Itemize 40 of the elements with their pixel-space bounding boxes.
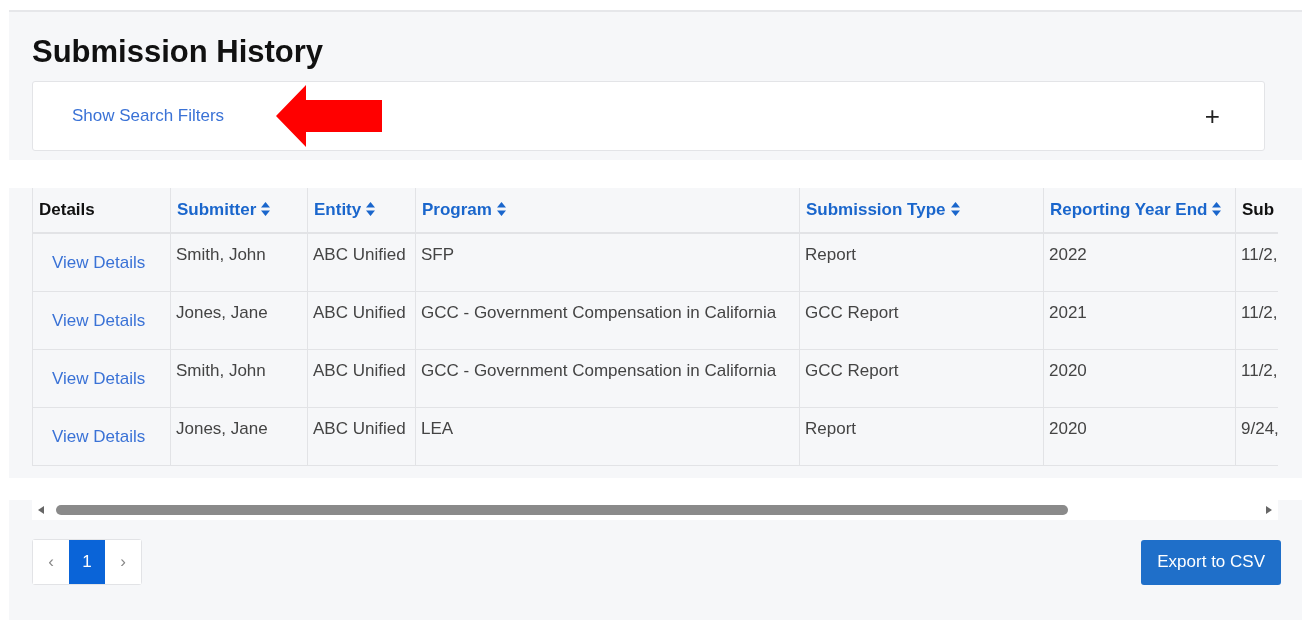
expand-toggle[interactable]: + [1198,103,1226,129]
horizontal-scrollbar[interactable] [32,500,1278,520]
table-cell: GCC - Government Compensation in California [415,291,800,349]
table-cell: ABC Unified [307,349,416,407]
sort-icon [496,202,506,216]
sort-icon [261,202,271,216]
table-cell: 2021 [1043,291,1236,349]
table-cell: ABC Unified [307,233,416,291]
table-cell: Jones, Jane [170,407,308,465]
sort-icon [950,202,960,216]
table-cell: Smith, John [170,233,308,291]
table-cell: GCC Report [799,291,1044,349]
table-cell: Report [799,233,1044,291]
sortable-column-header[interactable]: Entity [307,188,416,233]
page-title: Submission History [32,33,325,71]
column-header: Details [32,188,171,233]
table-cell: 2022 [1043,233,1236,291]
table-cell: ABC Unified [307,407,416,465]
table-cell: ABC Unified [307,291,416,349]
export-csv-button[interactable]: Export to CSV [1141,539,1281,585]
sortable-column-header[interactable]: Submitter [170,188,308,233]
table-cell: GCC Report [799,349,1044,407]
scroll-left-icon[interactable] [38,506,44,514]
table-cell: Jones, Jane [170,291,308,349]
table-cell: Report [799,407,1044,465]
scrollbar-thumb[interactable] [56,505,1068,515]
table-cell: Smith, John [170,349,308,407]
sortable-column-header[interactable]: Program [415,188,800,233]
sortable-column-header[interactable]: Submission Type [799,188,1044,233]
table-cell: 2020 [1043,407,1236,465]
table-cell: LEA [415,407,800,465]
table-cell: SFP [415,233,800,291]
scroll-right-icon[interactable] [1266,506,1272,514]
table-cell: 2020 [1043,349,1236,407]
show-filters-link[interactable]: Show Search Filters [72,106,225,126]
page-button[interactable]: 1 [69,540,105,584]
sortable-column-header[interactable]: Reporting Year End [1043,188,1236,233]
sort-icon [366,202,376,216]
table-cell: GCC - Government Compensation in California [415,349,800,407]
sort-icon [1212,202,1222,216]
